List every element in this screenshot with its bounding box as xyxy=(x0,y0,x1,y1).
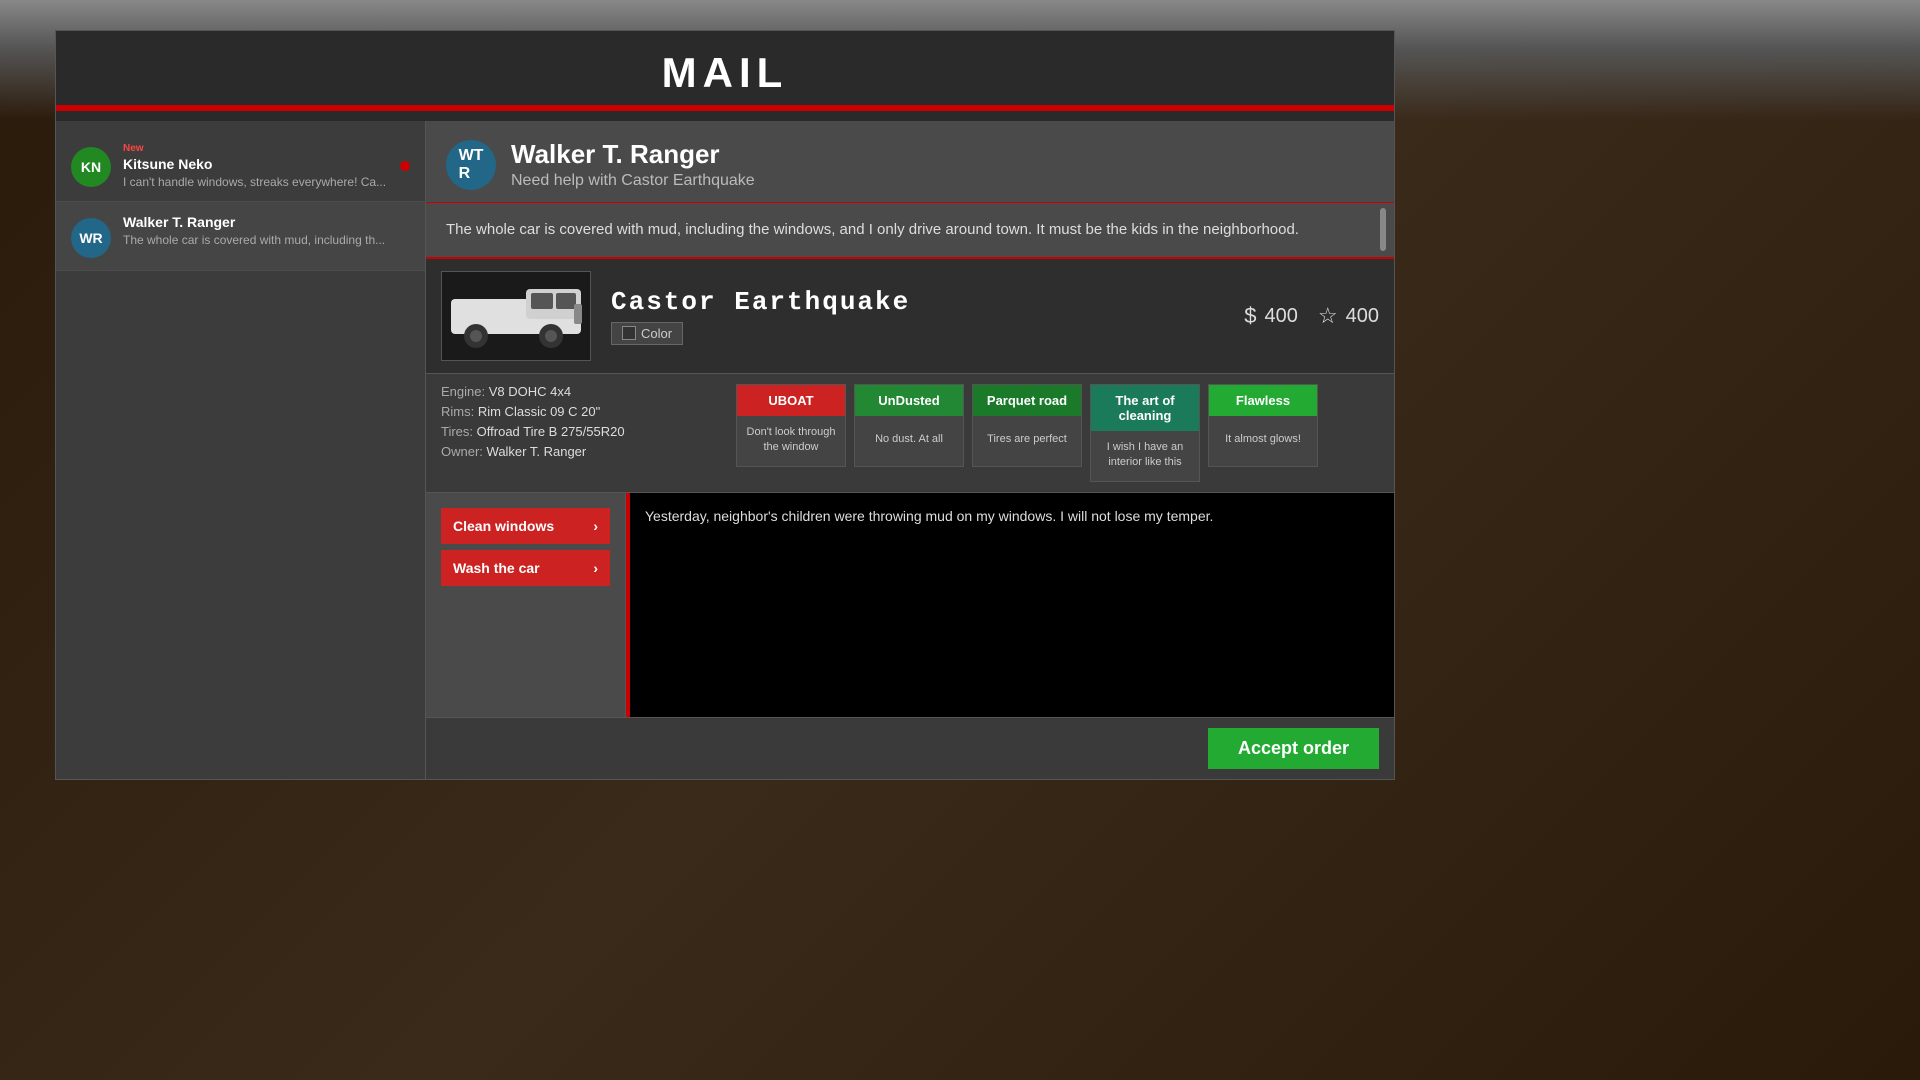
header-red-bar xyxy=(56,105,1394,111)
email-sender-name: Walker T. Ranger xyxy=(511,139,755,170)
mail-content: WTR Walker T. Ranger Need help with Cast… xyxy=(426,121,1394,779)
achievement-badge: Parquet road Tires are perfect xyxy=(972,384,1082,467)
badge-title: Flawless xyxy=(1209,385,1317,416)
note-text: Yesterday, neighbor's children were thro… xyxy=(645,505,1379,527)
sender-kitsune: Kitsune Neko xyxy=(123,156,410,172)
car-specs: Engine: V8 DOHC 4x4 Rims: Rim Classic 09 … xyxy=(441,384,721,482)
spec-line: Owner: Walker T. Ranger xyxy=(441,444,721,459)
task-label: Wash the car xyxy=(453,560,540,576)
badge-title: UnDusted xyxy=(855,385,963,416)
car-color-label: Color xyxy=(641,326,672,341)
task-label: Clean windows xyxy=(453,518,554,534)
email-sender-info: Walker T. Ranger Need help with Castor E… xyxy=(511,139,755,190)
price-stars: ☆ 400 xyxy=(1318,303,1379,329)
spec-line: Tires: Offroad Tire B 275/55R20 xyxy=(441,424,721,439)
car-name-section: Castor Earthquake Color xyxy=(611,287,1224,346)
achievement-badge: UBOAT Don't look through the window xyxy=(736,384,846,467)
badge-title: The art of cleaning xyxy=(1091,385,1199,431)
mail-item-kitsune[interactable]: KN New Kitsune Neko I can't handle windo… xyxy=(56,131,425,202)
mail-sidebar: KN New Kitsune Neko I can't handle windo… xyxy=(56,121,426,779)
achievement-badge: The art of cleaning I wish I have an int… xyxy=(1090,384,1200,482)
sender-walker: Walker T. Ranger xyxy=(123,214,410,230)
preview-kitsune: I can't handle windows, streaks everywhe… xyxy=(123,175,410,189)
task-item[interactable]: Wash the car › xyxy=(441,550,610,586)
spec-line: Rims: Rim Classic 09 C 20" xyxy=(441,404,721,419)
spec-line: Engine: V8 DOHC 4x4 xyxy=(441,384,721,399)
mail-item-walker[interactable]: WR Walker T. Ranger The whole car is cov… xyxy=(56,202,425,271)
achievement-badge: Flawless It almost glows! xyxy=(1208,384,1318,467)
badge-description: Don't look through the window xyxy=(737,416,845,466)
car-color-badge: Color xyxy=(611,322,683,345)
star-icon: ☆ xyxy=(1318,303,1338,329)
achievement-badges: UBOAT Don't look through the window UnDu… xyxy=(736,384,1379,482)
price-stars-value: 400 xyxy=(1346,305,1379,328)
truck-image xyxy=(446,279,586,354)
chevron-right-icon: › xyxy=(593,518,598,534)
mail-item-content-walker: Walker T. Ranger The whole car is covere… xyxy=(123,214,410,247)
email-bottom: Clean windows › Wash the car › Yesterday… xyxy=(426,493,1394,717)
badge-description: No dust. At all xyxy=(855,416,963,466)
badge-description: It almost glows! xyxy=(1209,416,1317,466)
email-sender-avatar: WTR xyxy=(446,140,496,190)
task-list: Clean windows › Wash the car › xyxy=(426,493,626,717)
preview-walker: The whole car is covered with mud, inclu… xyxy=(123,233,410,247)
mail-body: KN New Kitsune Neko I can't handle windo… xyxy=(56,121,1394,779)
color-swatch xyxy=(622,326,636,340)
accept-order-button[interactable]: Accept order xyxy=(1208,728,1379,769)
task-item[interactable]: Clean windows › xyxy=(441,508,610,544)
price-money-value: 400 xyxy=(1265,305,1298,328)
achievement-badge: UnDusted No dust. At all xyxy=(854,384,964,467)
car-name: Castor Earthquake xyxy=(611,287,1224,317)
email-message-text: The whole car is covered with mud, inclu… xyxy=(446,218,1364,242)
price-money: $ 400 xyxy=(1244,303,1298,329)
new-badge-kitsune: New xyxy=(123,143,410,154)
scroll-bar[interactable] xyxy=(1380,208,1386,251)
car-image-box xyxy=(441,271,591,361)
mail-header: MAIL xyxy=(56,31,1394,121)
badge-title: Parquet road xyxy=(973,385,1081,416)
note-section: Yesterday, neighbor's children were thro… xyxy=(626,493,1394,717)
email-header: WTR Walker T. Ranger Need help with Cast… xyxy=(426,121,1394,203)
car-details-section: Castor Earthquake Color $ 400 ☆ 400 xyxy=(426,259,1394,374)
avatar-kitsune: KN xyxy=(71,147,111,187)
car-price-section: $ 400 ☆ 400 xyxy=(1244,303,1379,329)
avatar-walker: WR xyxy=(71,218,111,258)
mail-title: MAIL xyxy=(56,49,1394,97)
badge-description: I wish I have an interior like this xyxy=(1091,431,1199,481)
badge-title: UBOAT xyxy=(737,385,845,416)
mail-window: MAIL KN New Kitsune Neko I can't handle … xyxy=(55,30,1395,780)
accept-section: Accept order xyxy=(426,717,1394,779)
dollar-icon: $ xyxy=(1244,303,1256,329)
email-subject: Need help with Castor Earthquake xyxy=(511,172,755,190)
email-body-scroll: The whole car is covered with mud, inclu… xyxy=(426,203,1394,259)
mail-item-content-kitsune: New Kitsune Neko I can't handle windows,… xyxy=(123,143,410,189)
unread-dot-kitsune xyxy=(400,161,410,171)
badge-description: Tires are perfect xyxy=(973,416,1081,466)
chevron-right-icon: › xyxy=(593,560,598,576)
car-specs-section: Engine: V8 DOHC 4x4 Rims: Rim Classic 09 … xyxy=(426,374,1394,493)
